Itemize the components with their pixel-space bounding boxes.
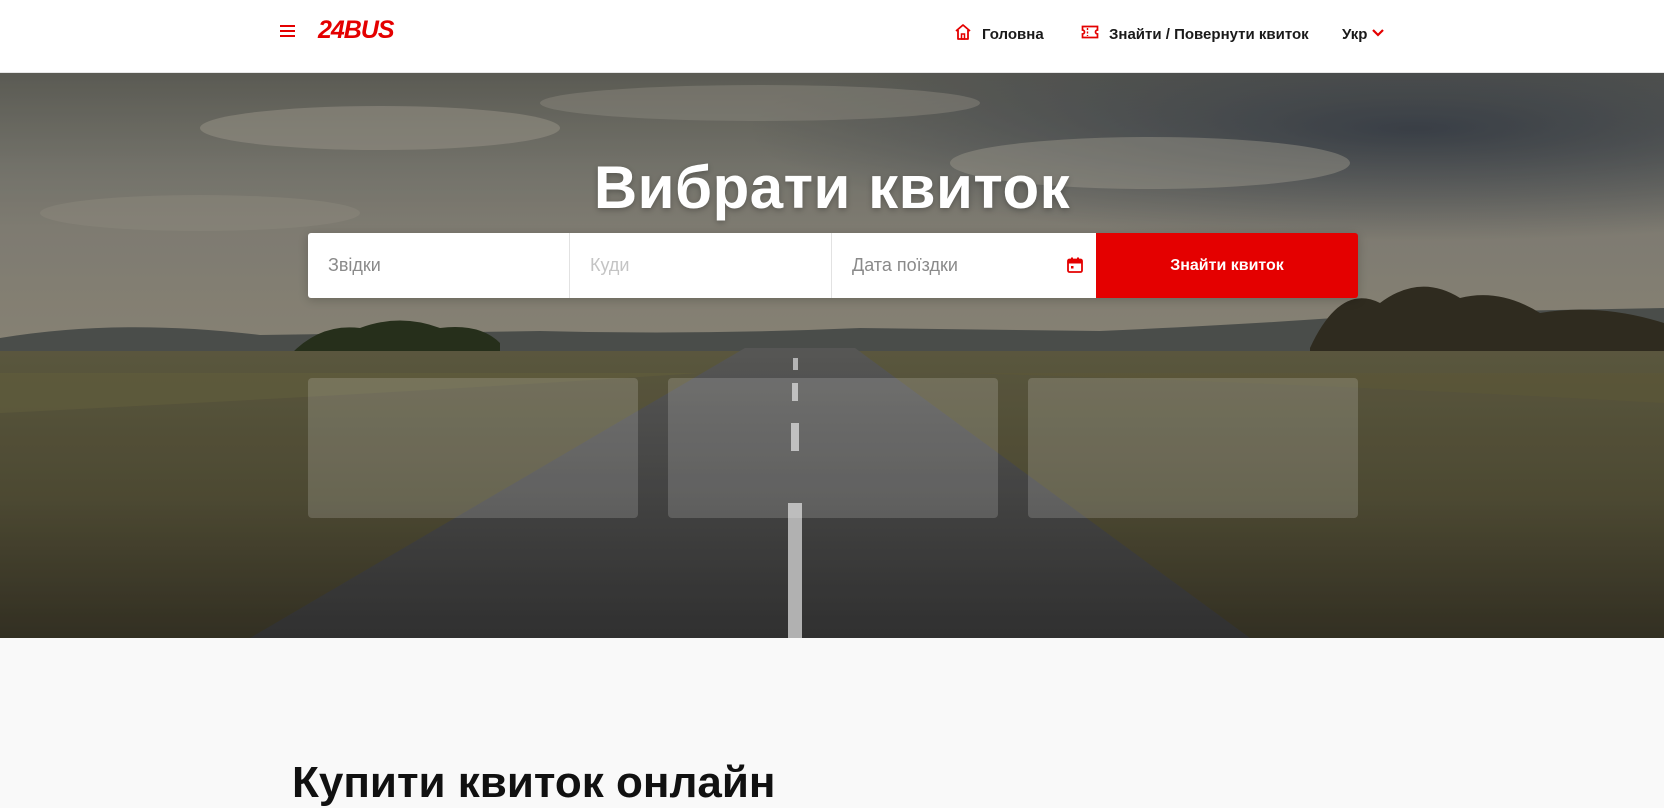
chevron-down-icon <box>1371 25 1385 43</box>
menu-icon[interactable] <box>278 23 298 39</box>
nav-ticket-link[interactable]: Знайти / Повернути квиток <box>1081 22 1309 46</box>
section-title: Купити квиток онлайн <box>292 758 776 807</box>
home-icon <box>954 23 972 46</box>
nav-ticket-label: Знайти / Повернути квиток <box>1109 25 1309 43</box>
language-label: Укр <box>1342 25 1368 43</box>
search-form: Знайти квиток <box>308 233 1358 298</box>
to-input[interactable] <box>590 255 811 276</box>
promo-card[interactable] <box>668 378 998 518</box>
language-select[interactable]: Укр <box>1342 22 1385 46</box>
hero-banner: Вибрати квиток Знайти квиток <box>0 73 1664 638</box>
promo-card[interactable] <box>1028 378 1358 518</box>
nav-home-label: Головна <box>982 25 1044 43</box>
hero-title: Вибрати квиток <box>593 154 1071 221</box>
find-ticket-button[interactable]: Знайти квиток <box>1096 233 1358 298</box>
site-header: 24BUS Головна Знайти / Повернути квиток … <box>0 0 1664 73</box>
date-field[interactable] <box>832 233 1096 298</box>
to-field[interactable] <box>570 233 832 298</box>
from-field[interactable] <box>308 233 570 298</box>
nav-home-link[interactable]: Головна <box>954 22 1044 46</box>
date-input[interactable] <box>852 255 1076 276</box>
ticket-icon <box>1081 24 1099 45</box>
calendar-icon[interactable] <box>1066 256 1084 279</box>
from-input[interactable] <box>328 255 549 276</box>
logo[interactable]: 24BUS <box>318 16 395 45</box>
promo-card[interactable] <box>308 378 638 518</box>
